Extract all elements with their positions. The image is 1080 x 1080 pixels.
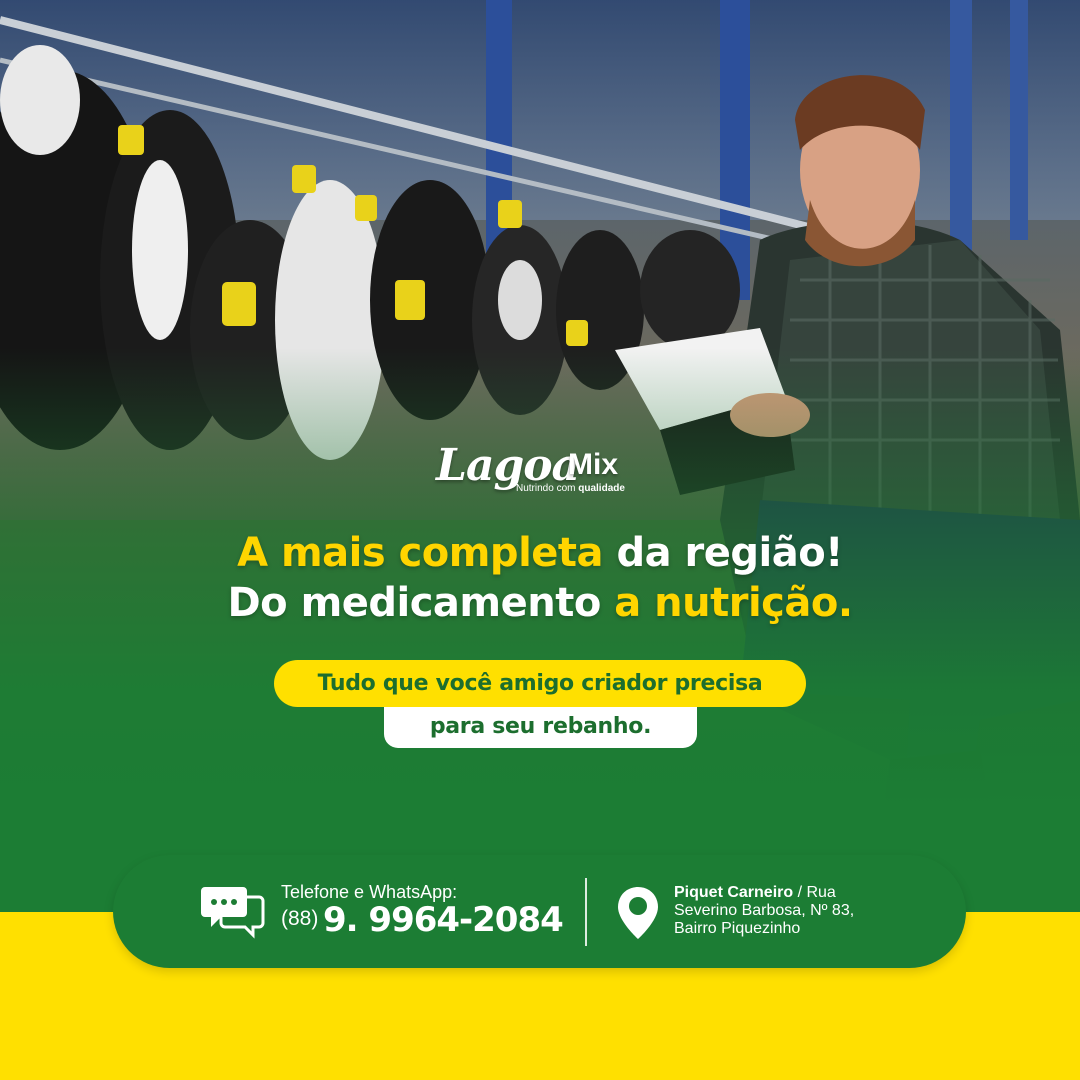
headline: A mais completa da região! Do medicament… — [0, 528, 1080, 628]
location-pin-icon — [618, 887, 658, 939]
logo-tagline-bold: qualidade — [578, 483, 625, 494]
logo-tagline-prefix: Nutrindo com — [516, 483, 576, 494]
contact-bar: Telefone e WhatsApp: (88) 9. 9964-2084 P… — [113, 855, 966, 968]
headline-line-1: A mais completa da região! — [0, 528, 1080, 578]
address-line-1: Piquet Carneiro / Rua — [674, 884, 854, 902]
address-line1-rest: / Rua — [793, 884, 836, 901]
headline-line2-highlight: a nutrição. — [614, 580, 853, 626]
chat-bubbles-icon — [201, 887, 265, 939]
address-city: Piquet Carneiro — [674, 884, 794, 901]
logo-name-mix: Mix — [568, 448, 619, 481]
subheadline-line-2: para seu rebanho. — [429, 714, 652, 739]
subheadline-pill-yellow: Tudo que você amigo criador precisa — [274, 660, 806, 707]
phone-area-code: (88) — [281, 907, 319, 930]
headline-line2-start: Do medicamento — [227, 580, 615, 626]
contact-divider — [585, 878, 587, 946]
phone-number[interactable]: 9. 9964-2084 — [323, 900, 564, 940]
subheadline-line-1: Tudo que você amigo criador precisa — [317, 671, 763, 696]
brand-logo: Lagoa Mix Nutrindo com qualidade — [436, 440, 646, 500]
address-line-3: Bairro Piquezinho — [674, 920, 801, 937]
headline-line-2: Do medicamento a nutrição. — [0, 578, 1080, 628]
headline-line1-rest: da região! — [603, 530, 843, 576]
logo-tagline: Nutrindo com qualidade — [516, 483, 625, 494]
subheadline-pill-white: para seu rebanho. — [384, 705, 697, 748]
address-block: Piquet Carneiro / Rua Severino Barbosa, … — [674, 884, 854, 938]
headline-line1-highlight: A mais completa — [237, 530, 604, 576]
address-line-2: Severino Barbosa, Nº 83, — [674, 902, 855, 919]
